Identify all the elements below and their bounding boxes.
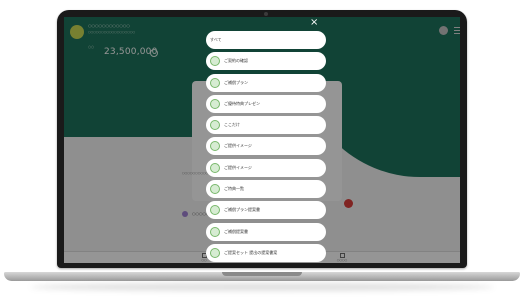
- menu-item-label: ご提案セット 提出の提案書案: [224, 249, 278, 255]
- menu-item-3[interactable]: ご優待特典プレゼン: [206, 94, 326, 113]
- list-icon: [210, 184, 220, 195]
- menu-item-9[interactable]: ご補償提案書: [206, 222, 326, 241]
- menu-item-label: ご補償プラン: [224, 79, 248, 85]
- menu-item-label: ご補償提案書: [224, 228, 248, 234]
- menu-item-5[interactable]: ご提供イメージ: [206, 137, 326, 156]
- menu-item-0[interactable]: すべて: [206, 31, 326, 49]
- star-icon: [210, 120, 220, 131]
- menu-item-7[interactable]: ご特典一覧: [206, 180, 326, 199]
- menu-item-label: ご契約の確認: [224, 58, 248, 64]
- gift-icon: [210, 98, 220, 109]
- laptop-frame: ○○○○○○○○○○○○ ○○○○○○○○○○○○○○○○○○ ○○ 23,50…: [0, 0, 524, 298]
- doc-icon: [210, 226, 220, 237]
- menu-item-label: ここだけ: [224, 122, 240, 128]
- menu-item-label: すべて: [210, 37, 222, 42]
- image-icon: [210, 141, 220, 152]
- app-screen: ○○○○○○○○○○○○ ○○○○○○○○○○○○○○○○○○ ○○ 23,50…: [64, 17, 460, 263]
- image-icon: [210, 162, 220, 173]
- doc-icon: [210, 205, 220, 216]
- laptop-shadow: [30, 283, 494, 291]
- menu-item-1[interactable]: ご契約の確認: [206, 52, 326, 71]
- camera: [264, 12, 268, 16]
- menu-item-label: ご特典一覧: [224, 186, 244, 192]
- menu-item-label: ご提供イメージ: [224, 143, 252, 149]
- laptop-notch: [222, 272, 302, 276]
- doc-icon: [210, 247, 220, 258]
- menu-item-4[interactable]: ここだけ: [206, 116, 326, 135]
- menu-item-6[interactable]: ご提供イメージ: [206, 158, 326, 177]
- menu-item-label: ご補償プラン提案書: [224, 207, 260, 213]
- check-icon: [210, 56, 220, 67]
- close-button[interactable]: ×: [310, 18, 318, 28]
- menu-item-2[interactable]: ご補償プラン: [206, 73, 326, 92]
- plan-icon: [210, 77, 220, 88]
- menu-item-label: ご優待特典プレゼン: [224, 100, 260, 106]
- menu-item-8[interactable]: ご補償プラン提案書: [206, 201, 326, 220]
- menu-item-label: ご提供イメージ: [224, 164, 252, 170]
- menu-item-10[interactable]: ご提案セット 提出の提案書案: [206, 243, 326, 262]
- overlay-menu-list: すべて ご契約の確認 ご補償プラン ご優待特典プレゼン ここだけ ご提供イメージ: [206, 31, 326, 263]
